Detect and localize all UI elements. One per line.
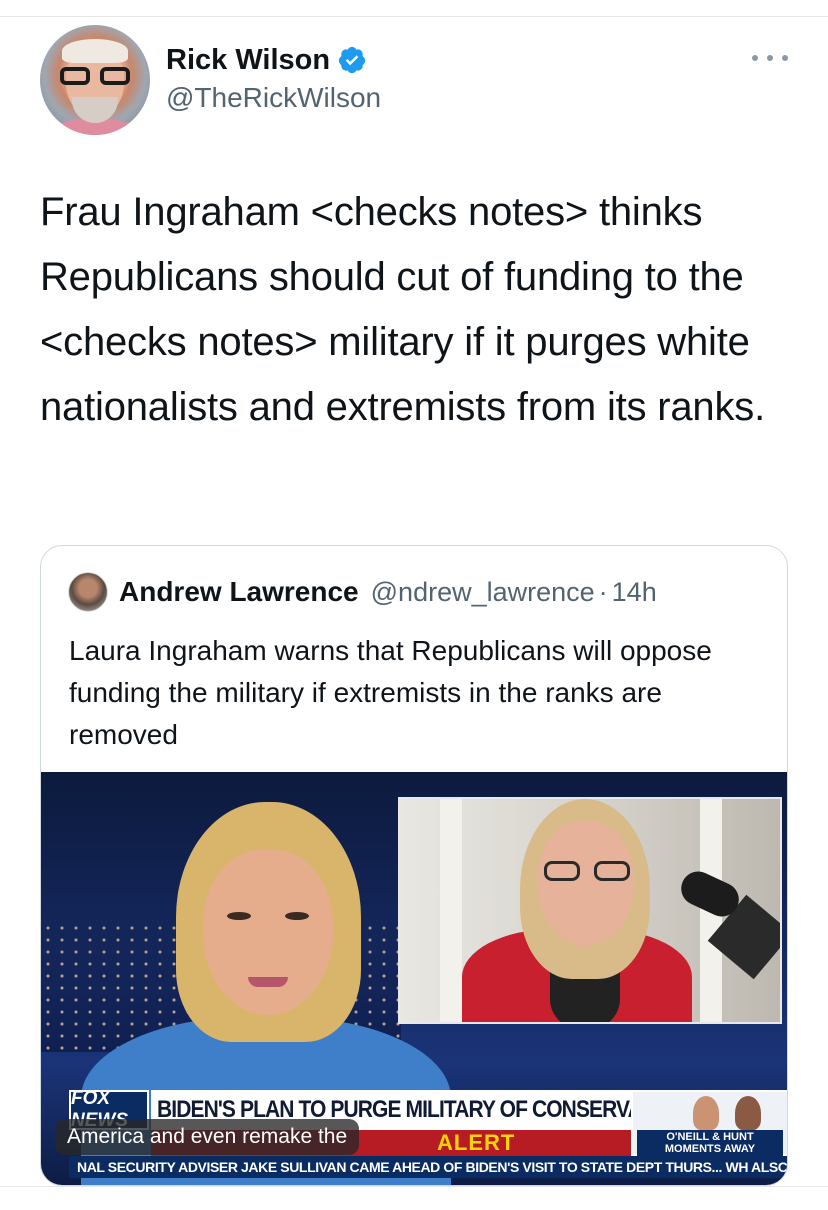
author-name-row[interactable]: Rick Wilson xyxy=(166,40,367,80)
video-caption: America and even remake the xyxy=(55,1119,360,1155)
tweet-text: Frau Ingraham <checks notes> thinks Repu… xyxy=(40,190,765,429)
quoted-timestamp[interactable]: 14h xyxy=(612,577,657,608)
top-divider xyxy=(0,16,828,17)
promo-text: O'NEILL & HUNT MOMENTS AWAY xyxy=(637,1130,783,1156)
more-options-icon[interactable] xyxy=(752,46,788,70)
quoted-author-avatar[interactable] xyxy=(68,572,108,612)
quoted-tweet-header: Andrew Lawrence @ndrew_lawrence · 14h xyxy=(119,574,657,610)
author-avatar[interactable] xyxy=(40,25,150,135)
quoted-video-media[interactable]: FOX NEWS BIDEN'S PLAN TO PURGE MILITARY … xyxy=(41,772,787,1185)
quoted-tweet-text: Laura Ingraham warns that Republicans wi… xyxy=(69,635,712,750)
author-name[interactable]: Rick Wilson xyxy=(166,44,330,77)
separator-dot: · xyxy=(598,576,608,607)
promo-box: O'NEILL & HUNT MOMENTS AWAY xyxy=(631,1090,787,1156)
verified-badge-icon xyxy=(338,46,366,74)
author-handle[interactable]: @TheRickWilson xyxy=(166,82,381,114)
news-ticker: NAL SECURITY ADVISER JAKE SULLIVAN CAME … xyxy=(69,1156,787,1178)
quoted-author-name[interactable]: Andrew Lawrence xyxy=(119,576,359,608)
inset-photo xyxy=(398,797,782,1024)
quoted-author-handle[interactable]: @ndrew_lawrence xyxy=(371,577,595,608)
bottom-divider xyxy=(0,1186,828,1187)
quoted-tweet[interactable]: Andrew Lawrence @ndrew_lawrence · 14h La… xyxy=(40,545,788,1186)
alert-label: ALERT xyxy=(437,1130,516,1155)
